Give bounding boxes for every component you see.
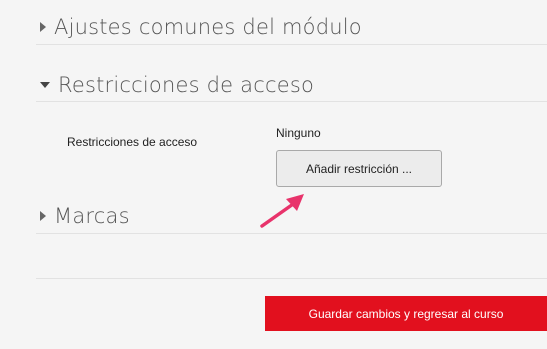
pointer-arrow-icon [260, 194, 304, 228]
module-settings-panel: Ajustes comunes del módulo Restricciones… [0, 0, 547, 349]
access-restrictions-label: Restricciones de acceso [67, 135, 198, 149]
divider [36, 233, 547, 234]
section-title-tags: Marcas [54, 204, 130, 228]
section-title-access-restrictions: Restricciones de acceso [58, 73, 315, 97]
chevron-right-icon [40, 22, 46, 32]
divider [36, 278, 547, 279]
chevron-down-icon [40, 82, 50, 88]
section-header-common-settings[interactable]: Ajustes comunes del módulo [40, 15, 362, 39]
divider [36, 44, 547, 45]
section-header-access-restrictions[interactable]: Restricciones de acceso [40, 73, 314, 97]
add-restriction-button[interactable]: Añadir restricción ... [276, 150, 442, 187]
section-header-tags[interactable]: Marcas [40, 204, 130, 228]
divider [36, 101, 547, 102]
chevron-right-icon [40, 211, 46, 221]
save-and-return-button[interactable]: Guardar cambios y regresar al curso [265, 296, 547, 331]
access-restrictions-value: Ninguno [276, 126, 321, 140]
section-title-common-settings: Ajustes comunes del módulo [54, 15, 362, 39]
